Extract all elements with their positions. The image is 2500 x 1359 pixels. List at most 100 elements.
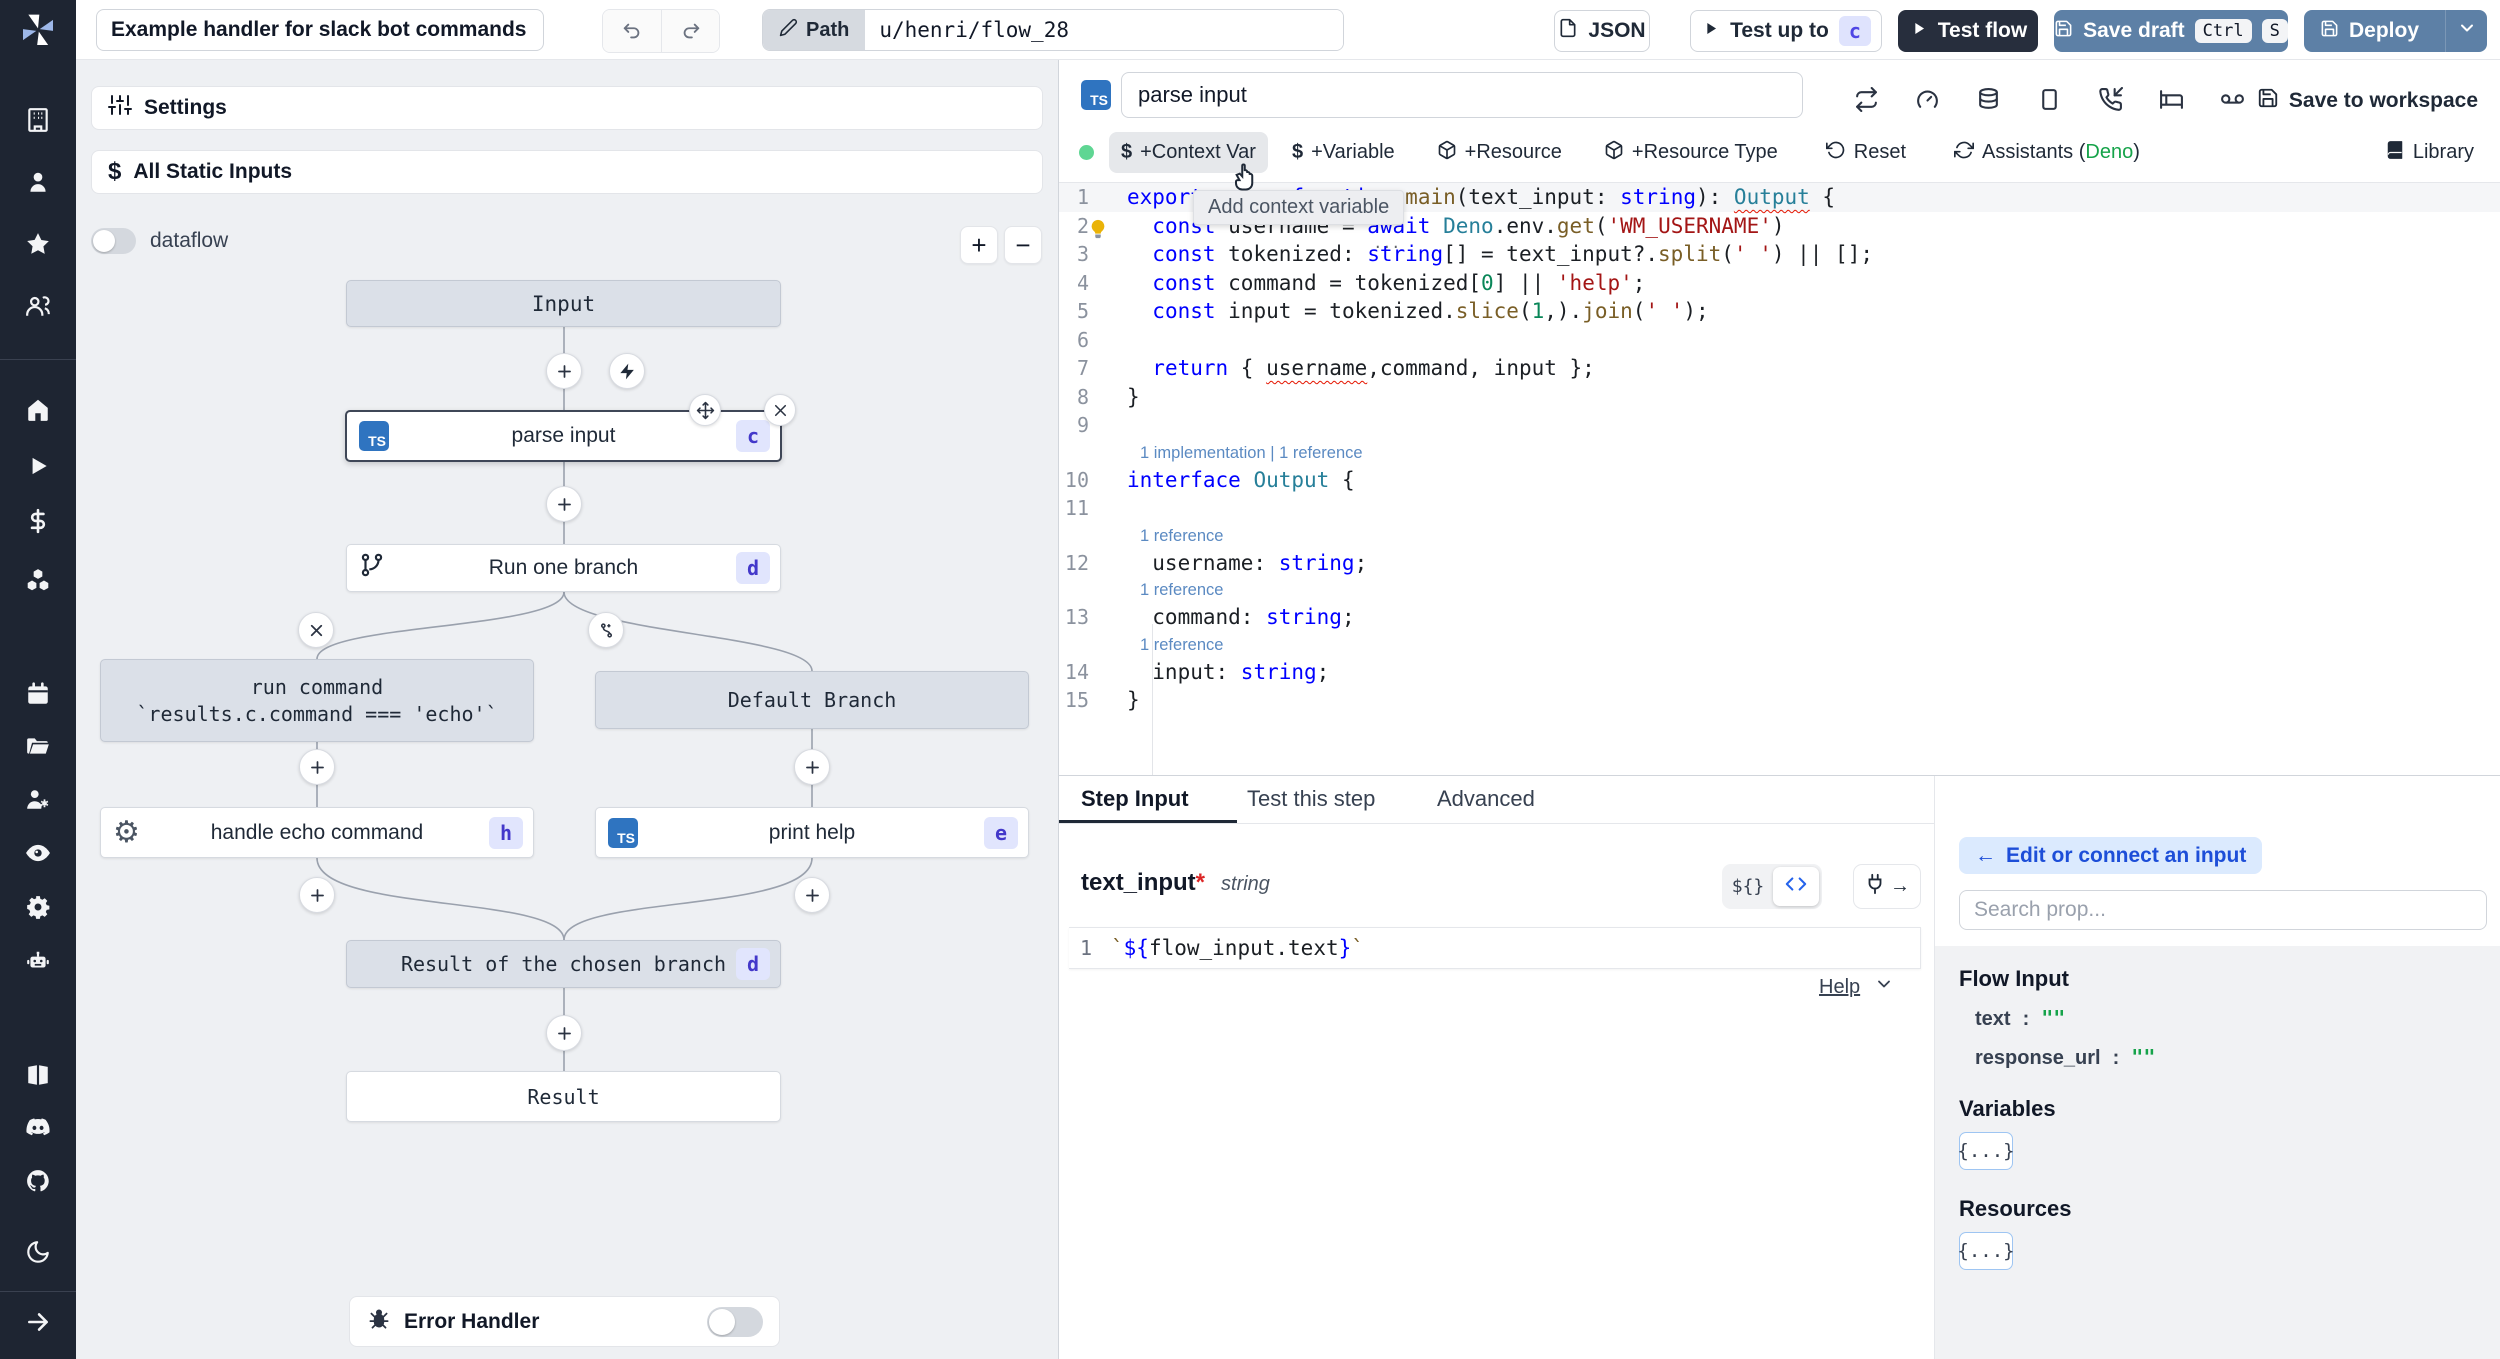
- assistants-button[interactable]: Assistants (Deno): [1942, 131, 2152, 175]
- expr-mode-button[interactable]: [1773, 867, 1819, 906]
- database-icon[interactable]: [1976, 87, 2001, 117]
- bed-icon[interactable]: [2159, 87, 2184, 117]
- building-icon[interactable]: [25, 107, 51, 133]
- deploy-menu-button[interactable]: [2445, 10, 2487, 52]
- plug-icon: [1864, 873, 1886, 900]
- prop-row-text[interactable]: text : "": [1975, 1006, 2500, 1031]
- cubes-icon[interactable]: [25, 567, 51, 593]
- flow-branch-default[interactable]: Default Branch: [595, 671, 1029, 729]
- remove-branch-button[interactable]: [298, 612, 334, 648]
- folder-icon[interactable]: [25, 733, 51, 759]
- discord-icon[interactable]: [25, 1114, 51, 1140]
- flow-node-handle-echo[interactable]: ⚙ handle echo command h: [100, 807, 534, 858]
- tab-advanced[interactable]: Advanced: [1427, 776, 1587, 823]
- github-icon[interactable]: [25, 1168, 51, 1194]
- add-variable-button[interactable]: $ +Variable: [1280, 132, 1407, 173]
- test-flow-button[interactable]: Test flow: [1898, 10, 2038, 52]
- moon-icon[interactable]: [25, 1239, 51, 1265]
- editor-header-icons: [1854, 87, 2245, 117]
- code-editor[interactable]: 1export async function main(text_input: …: [1059, 183, 2500, 820]
- trigger-bolt-button[interactable]: [609, 353, 645, 389]
- prop-row-response-url[interactable]: response_url : "": [1975, 1045, 2500, 1070]
- book-icon: [2385, 140, 2405, 166]
- mobile-icon[interactable]: [2037, 87, 2062, 117]
- flow-title-input[interactable]: [96, 9, 544, 51]
- calendar-icon[interactable]: [25, 681, 51, 707]
- star-icon[interactable]: [25, 231, 51, 257]
- undo-button[interactable]: [603, 10, 661, 52]
- codelens-reference[interactable]: 1 reference: [1059, 523, 2500, 549]
- add-step-button[interactable]: [794, 749, 830, 785]
- refresh-icon: [1954, 140, 1975, 166]
- deno-label: Deno: [2085, 141, 2134, 163]
- gear-icon[interactable]: [25, 894, 51, 920]
- windmill-logo-icon[interactable]: [18, 10, 58, 50]
- add-branch-button[interactable]: [588, 612, 624, 648]
- book-icon[interactable]: [25, 1062, 51, 1088]
- search-prop-input[interactable]: [1959, 890, 2487, 930]
- chevron-down-icon[interactable]: [1874, 974, 1894, 1000]
- add-resource-type-button[interactable]: +Resource Type: [1592, 131, 1790, 175]
- reset-button[interactable]: Reset: [1814, 131, 1918, 175]
- edit-or-connect-button[interactable]: ← Edit or connect an input: [1959, 837, 2263, 874]
- arrow-right-icon[interactable]: [25, 1309, 51, 1335]
- test-up-to-button[interactable]: Test up to c: [1690, 10, 1882, 52]
- code-line-12: 12 username: string;: [1064, 550, 1368, 575]
- codelens-reference[interactable]: 1 reference: [1059, 577, 2500, 603]
- resources-object-chip[interactable]: {...}: [1957, 1232, 2015, 1270]
- add-step-button[interactable]: [546, 1015, 582, 1051]
- play-icon[interactable]: [25, 453, 51, 479]
- codelens-reference[interactable]: 1 reference: [1059, 632, 2500, 658]
- json-button[interactable]: JSON: [1554, 10, 1650, 52]
- user-icon[interactable]: [25, 169, 51, 195]
- expr-editor[interactable]: 1 `${flow_input.text}`: [1069, 927, 1921, 969]
- code-line-7: 7 return { username,command, input };: [1076, 356, 1595, 380]
- help-link[interactable]: Help: [1819, 976, 1860, 999]
- codelens-reference[interactable]: 1 implementation | 1 reference: [1059, 440, 2500, 466]
- flow-node-result[interactable]: Result: [346, 1071, 781, 1122]
- lightbulb-icon[interactable]: [1087, 218, 1109, 240]
- add-step-button[interactable]: [546, 353, 582, 389]
- pencil-icon: [779, 18, 798, 43]
- add-step-button[interactable]: [299, 749, 335, 785]
- save-to-workspace-button[interactable]: Save to workspace: [2257, 87, 2478, 115]
- add-step-button[interactable]: [299, 877, 335, 913]
- node-id-badge: h: [488, 816, 523, 849]
- tab-step-input[interactable]: Step Input: [1059, 776, 1237, 823]
- step-name-input[interactable]: [1121, 72, 1803, 118]
- repeat-icon[interactable]: [1854, 87, 1879, 117]
- move-node-button[interactable]: [689, 394, 721, 426]
- eye-icon[interactable]: [25, 840, 51, 866]
- deploy-button[interactable]: Deploy: [2304, 10, 2435, 52]
- static-mode-button[interactable]: ${}: [1725, 867, 1771, 906]
- flow-node-input[interactable]: Input: [346, 280, 781, 327]
- save-draft-button[interactable]: Save draft Ctrl S: [2054, 10, 2288, 52]
- home-icon[interactable]: [25, 397, 51, 423]
- flow-node-branch-result[interactable]: Result of the chosen branch d: [346, 940, 781, 988]
- connect-input-button[interactable]: →: [1853, 864, 1921, 909]
- tab-test-this-step[interactable]: Test this step: [1237, 776, 1427, 823]
- users-icon[interactable]: [25, 293, 51, 319]
- path-edit-button[interactable]: Path: [763, 10, 866, 50]
- step-editor-panel: TS Save to workspace: [1059, 60, 2500, 1359]
- error-handler-toggle[interactable]: [707, 1306, 763, 1337]
- flow-node-print-help[interactable]: TS print help e: [595, 807, 1029, 858]
- gauge-icon[interactable]: [1915, 87, 1940, 117]
- add-step-button[interactable]: [794, 877, 830, 913]
- dollar-icon[interactable]: [25, 508, 51, 534]
- library-button[interactable]: Library: [2373, 131, 2486, 175]
- variables-object-chip[interactable]: {...}: [1957, 1132, 2015, 1170]
- add-resource-button[interactable]: +Resource: [1425, 131, 1574, 175]
- node-id-badge: d: [735, 552, 770, 584]
- add-step-button[interactable]: [546, 486, 582, 522]
- flow-node-run-one-branch[interactable]: Run one branch d: [346, 544, 781, 592]
- phone-incoming-icon[interactable]: [2098, 87, 2123, 117]
- flow-branch-run-command[interactable]: run command `results.c.command === 'echo…: [100, 659, 534, 742]
- user-cog-icon[interactable]: [25, 786, 51, 812]
- delete-node-button[interactable]: [764, 394, 796, 426]
- path-input[interactable]: [865, 10, 1344, 50]
- robot-icon[interactable]: [25, 948, 51, 974]
- redo-button[interactable]: [661, 10, 719, 52]
- variables-header: Variables: [1959, 1096, 2056, 1121]
- voicemail-icon[interactable]: [2220, 87, 2245, 117]
